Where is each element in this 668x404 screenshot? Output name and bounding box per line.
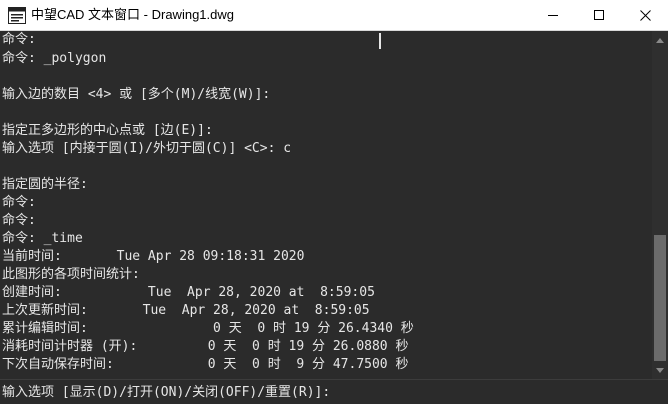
text-window: 中望CAD 文本窗口 - Drawing1.dwg 命令: 命令: _polyg… — [0, 0, 668, 404]
history-line: 命令: — [2, 213, 36, 228]
command-prompt: 输入选项 [显示(D)/打开(ON)/关闭(OFF)/重置(R)]: — [2, 385, 331, 400]
history-line: 创建时间: Tue Apr 28, 2020 at 8:59:05 — [2, 285, 375, 300]
minimize-button[interactable] — [530, 0, 576, 30]
history-line: 累计编辑时间: 0 天 0 时 19 分 26.4340 秒 — [2, 321, 414, 336]
history-line: 输入选项 [内接于圆(I)/外切于圆(C)] <C>: c — [2, 141, 292, 156]
history-line: 命令: — [2, 195, 36, 210]
history-line: 此图形的各项时间统计: — [2, 267, 140, 282]
zwcad-app-icon — [8, 7, 26, 24]
history-line: 消耗时间计时器 (开): 0 天 0 时 19 分 26.0880 秒 — [2, 339, 409, 354]
chevron-up-icon — [656, 37, 664, 43]
history-line: 上次更新时间: Tue Apr 28, 2020 at 8:59:05 — [2, 303, 370, 318]
history-line: 命令: _time — [2, 231, 83, 246]
maximize-icon — [593, 9, 604, 20]
scroll-thumb[interactable] — [654, 235, 666, 361]
chevron-down-icon — [656, 367, 664, 373]
title-bar[interactable]: 中望CAD 文本窗口 - Drawing1.dwg — [0, 0, 668, 31]
close-button[interactable] — [622, 0, 668, 30]
history-line: 命令: — [2, 32, 36, 47]
history-line: 命令: _polygon — [2, 51, 107, 66]
scroll-down-button[interactable] — [652, 363, 668, 377]
scroll-up-button[interactable] — [652, 33, 668, 47]
maximize-button[interactable] — [576, 0, 622, 30]
history-line: 指定圆的半径: — [2, 177, 88, 192]
vertical-scrollbar[interactable] — [652, 31, 668, 379]
history-line: 下次自动保存时间: 0 天 0 时 9 分 47.7500 秒 — [2, 357, 409, 372]
history-line: 指定正多边形的中心点或 [边(E)]: — [2, 123, 213, 138]
history-line: 当前时间: Tue Apr 28 09:18:31 2020 — [2, 249, 305, 264]
text-cursor — [379, 33, 381, 49]
command-history[interactable]: 命令: 命令: _polygon 输入边的数目 <4> 或 [多个(M)/线宽(… — [0, 31, 652, 379]
minimize-icon — [547, 14, 558, 16]
window-title: 中望CAD 文本窗口 - Drawing1.dwg — [31, 7, 234, 22]
history-line: 输入边的数目 <4> 或 [多个(M)/线宽(W)]: — [2, 87, 271, 102]
close-icon — [639, 9, 651, 21]
command-input[interactable]: 输入选项 [显示(D)/打开(ON)/关闭(OFF)/重置(R)]: — [0, 379, 668, 404]
